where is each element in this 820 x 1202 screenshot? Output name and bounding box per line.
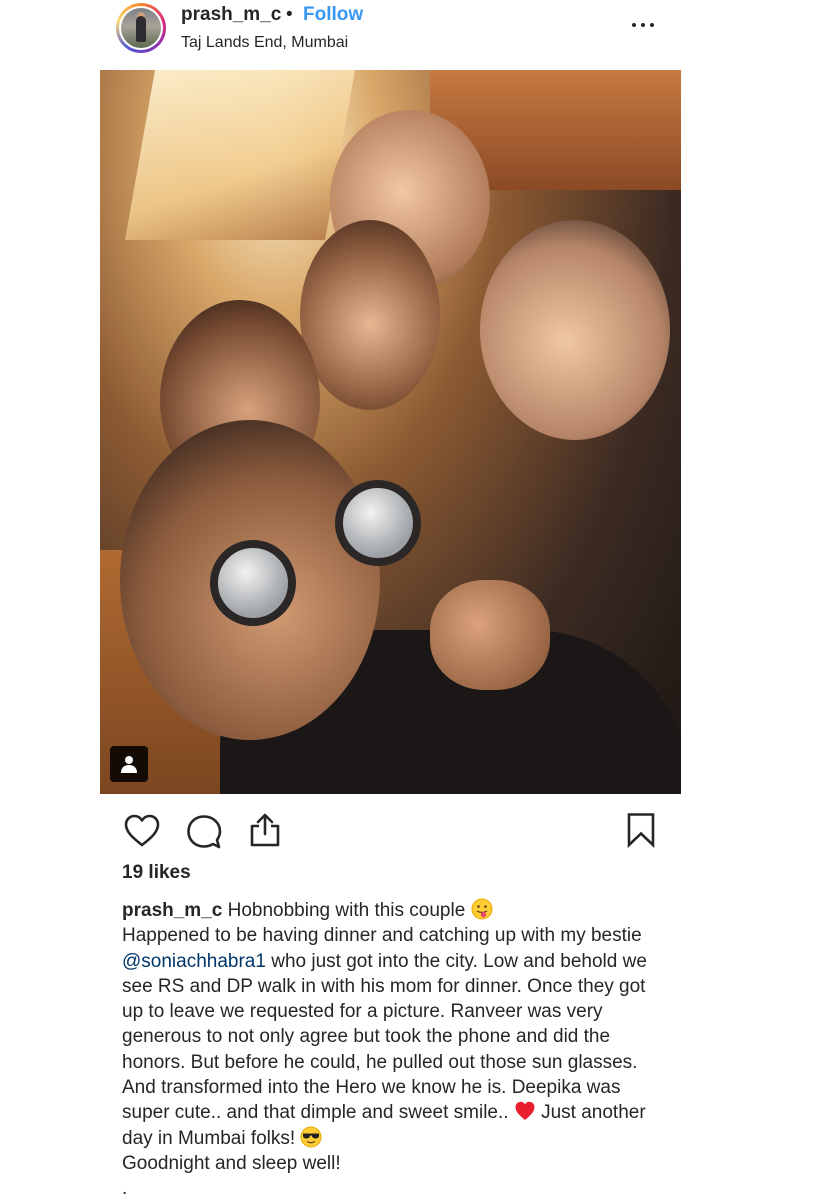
- comment-icon[interactable]: [186, 814, 222, 850]
- tongue-face-emoji-icon: [471, 898, 493, 920]
- post-photo[interactable]: [100, 70, 681, 794]
- caption-line1: Hobnobbing with this couple: [227, 900, 466, 921]
- bookmark-icon[interactable]: [626, 812, 656, 848]
- mention-link[interactable]: @soniachhabra1: [122, 951, 266, 972]
- heart-icon[interactable]: [124, 814, 160, 848]
- caption-username[interactable]: prash_m_c: [122, 900, 222, 921]
- tagged-people-icon[interactable]: [110, 746, 148, 782]
- sunglasses-face-emoji-icon: [300, 1126, 322, 1148]
- profile-avatar[interactable]: [116, 3, 166, 53]
- likes-count[interactable]: 19 likes: [122, 862, 191, 884]
- caption-text-b: who just got into the city. Low and beho…: [122, 950, 647, 1124]
- avatar-photo: [121, 8, 161, 48]
- red-heart-emoji-icon: [515, 1102, 535, 1121]
- share-icon[interactable]: [248, 812, 282, 848]
- follow-button[interactable]: Follow: [303, 4, 363, 26]
- caption-text-d: Goodnight and sleep well!: [122, 1152, 341, 1174]
- caption-text-a: Happened to be having dinner and catchin…: [122, 925, 642, 947]
- more-options-icon[interactable]: [630, 14, 656, 34]
- caption-trailing: .: [122, 1178, 128, 1200]
- separator-dot: •: [286, 4, 293, 25]
- post-location[interactable]: Taj Lands End, Mumbai: [181, 34, 348, 52]
- sunglasses: [190, 480, 421, 626]
- post-username[interactable]: prash_m_c: [181, 4, 281, 26]
- post-caption: prash_m_c Hobnobbing with this couple Ha…: [122, 898, 662, 1202]
- post-header: prash_m_c • Follow Taj Lands End, Mumbai: [0, 0, 820, 64]
